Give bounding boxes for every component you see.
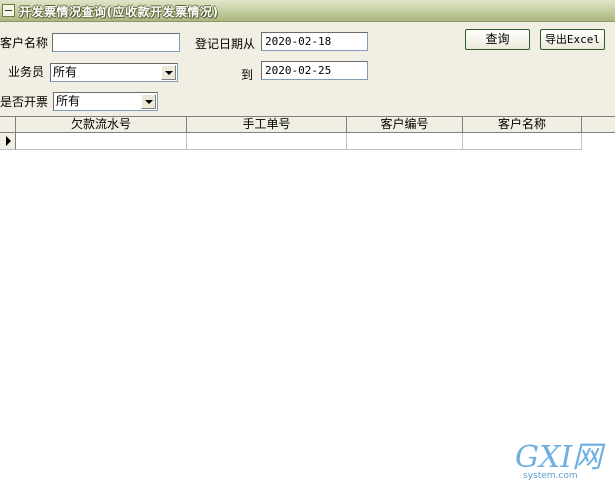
table-cell[interactable] [463,133,582,150]
row-indicator [0,133,16,150]
salesperson-select[interactable]: 所有 [50,63,178,82]
column-header-manual-no[interactable]: 手工单号 [187,117,347,132]
customer-name-input[interactable] [52,33,180,52]
query-button[interactable]: 查询 [465,29,530,50]
salesperson-label: 业务员 [8,65,45,79]
grid-corner [0,117,16,132]
register-date-from-input[interactable]: 2020-02-18 [261,32,368,51]
export-excel-button[interactable]: 导出Excel [540,29,605,50]
column-header-debt-serial[interactable]: 欠款流水号 [16,117,187,132]
watermark-sub-text: system.com [523,471,578,481]
window-title: 开发票情况查询(应收款开发票情况) [19,5,219,19]
window-titlebar: 开发票情况查询(应收款开发票情况) [0,0,615,22]
customer-name-label: 客户名称 [0,36,49,50]
chevron-down-icon[interactable] [161,65,176,80]
register-date-to-label: 到 [241,68,254,82]
current-row-arrow-icon [6,136,11,146]
register-date-to-input[interactable]: 2020-02-25 [261,61,368,80]
grid-header: 欠款流水号 手工单号 客户编号 客户名称 [0,116,615,133]
watermark-main-text: GXI网 [515,440,603,475]
minimize-icon[interactable] [2,4,15,17]
invoiced-label: 是否开票 [0,95,49,109]
column-header-customer-name[interactable]: 客户名称 [463,117,582,132]
table-cell[interactable] [347,133,463,150]
table-cell[interactable] [16,133,187,150]
register-date-from-label: 登记日期从 [195,37,256,51]
filter-panel: 客户名称 登记日期从 2020-02-18 查询 导出Excel 业务员 所有 … [0,22,615,116]
invoiced-selected-value: 所有 [56,94,81,108]
salesperson-selected-value: 所有 [53,65,78,79]
chevron-down-icon[interactable] [141,94,156,109]
invoiced-select[interactable]: 所有 [53,92,158,111]
table-row[interactable] [0,133,615,150]
watermark-logo: GXI网 system.com [515,440,611,482]
column-header-customer-code[interactable]: 客户编号 [347,117,463,132]
table-cell[interactable] [187,133,347,150]
